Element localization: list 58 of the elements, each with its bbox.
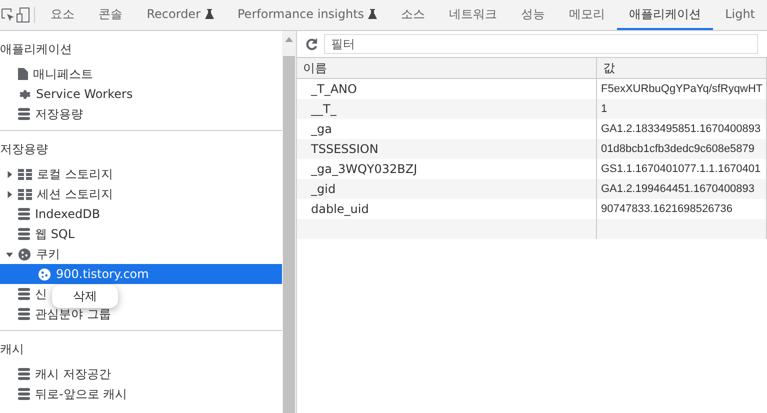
sidebar-item[interactable]: 로컬 스토리지: [0, 164, 113, 184]
sidebar-item[interactable]: 매니페스트: [0, 64, 93, 84]
sidebar-item[interactable]: 뒤로-앞으로 캐시: [0, 384, 128, 404]
column-header[interactable]: 이름: [297, 58, 597, 79]
sidebar-item[interactable]: 저장용량: [0, 104, 83, 124]
collapsed-caret-icon[interactable]: [6, 190, 13, 198]
table-cell: TSSESSION: [297, 139, 597, 159]
grid-icon: [18, 168, 32, 180]
refresh-icon[interactable]: [305, 38, 318, 50]
file-icon: [18, 68, 28, 80]
sidebar-item[interactable]: IndexedDB: [0, 204, 100, 224]
sidebar-item[interactable]: 캐시 저장공간: [0, 364, 111, 384]
sidebar-item[interactable]: 세션 스토리지: [0, 184, 113, 204]
panel-tab[interactable]: 애플리케이션: [617, 0, 714, 30]
column-header[interactable]: 값: [597, 58, 767, 79]
database-icon: [18, 288, 30, 300]
table-cell: 01d8bcb1cfb3dedc9c608e5879: [597, 139, 767, 159]
sidebar-item[interactable]: Service Workers: [0, 84, 133, 104]
menu-item[interactable]: 삭제: [73, 288, 97, 305]
cookie-icon: [38, 268, 51, 280]
scrollbar-thumb[interactable]: [283, 56, 295, 413]
panel-tab[interactable]: 콘솔: [86, 0, 135, 30]
database-icon: [18, 208, 30, 220]
panel-tab[interactable]: 메모리: [557, 0, 618, 30]
gear-icon: [18, 88, 31, 100]
expanded-caret-icon[interactable]: [6, 250, 13, 258]
grid-icon: [18, 188, 32, 200]
database-icon: [18, 388, 30, 400]
sidebar-item[interactable]: 900.tistory.com: [0, 264, 282, 284]
cookie-icon: [18, 248, 31, 260]
table-cell: _gid: [297, 179, 597, 199]
flask-icon: [368, 9, 378, 19]
section-title: 저장용량: [0, 141, 49, 158]
panel-tab[interactable]: 요소: [38, 0, 87, 30]
device-toolbar-icon[interactable]: [16, 7, 30, 23]
section-title: 캐시: [0, 341, 25, 358]
sidebar-item[interactable]: 신: [0, 284, 47, 304]
section-title: 애플리케이션: [0, 41, 73, 58]
table-cell: __T_: [297, 99, 597, 119]
sidebar-item[interactable]: 관심분야 그룹: [0, 304, 111, 324]
collapsed-caret-icon[interactable]: [6, 170, 13, 178]
table-cell: 1: [597, 99, 767, 119]
table-cell: GA1.2.199464451.1670400893: [597, 179, 767, 199]
database-icon: [18, 368, 30, 380]
panel-tab[interactable]: 성능: [509, 0, 558, 30]
sidebar-item[interactable]: 웹 SQL: [0, 224, 75, 244]
flask-icon: [204, 9, 214, 19]
panel-tab[interactable]: Recorder: [134, 0, 226, 30]
panel-tab[interactable]: 네트워크: [437, 0, 510, 30]
database-icon: [18, 228, 30, 240]
panel-tab[interactable]: Light: [713, 0, 767, 30]
database-icon: [18, 308, 30, 320]
sidebar-item[interactable]: 쿠키: [0, 244, 60, 264]
database-icon: [18, 108, 30, 120]
filter-field[interactable]: 필터: [324, 34, 758, 54]
panel-tab[interactable]: 소스: [389, 0, 438, 30]
inspect-element-icon[interactable]: [0, 8, 14, 22]
panel-tab[interactable]: Performance insights: [226, 0, 390, 30]
